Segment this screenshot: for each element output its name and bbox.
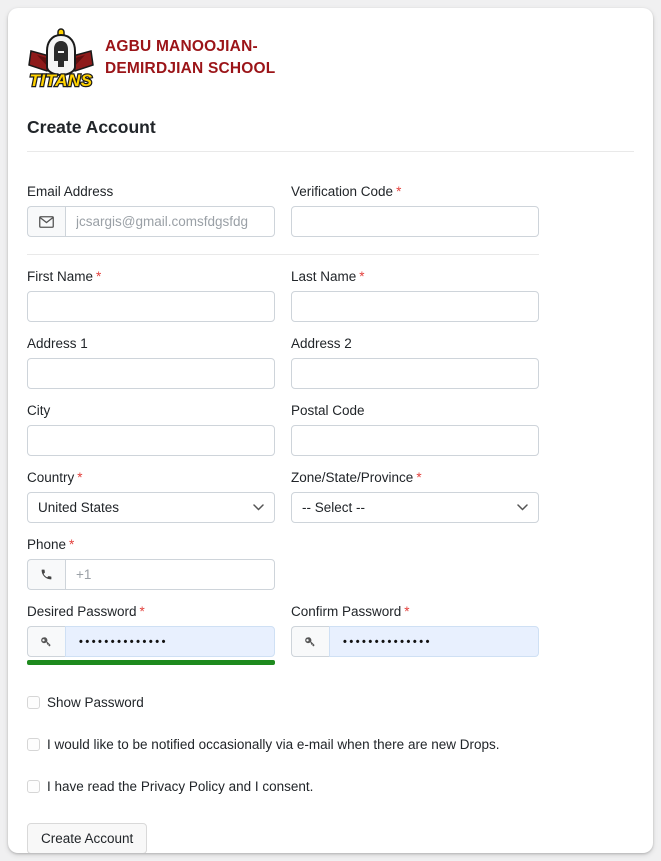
- first-name-input[interactable]: [27, 291, 275, 322]
- country-selected-value: United States: [38, 500, 119, 515]
- phone-input[interactable]: [65, 559, 275, 590]
- create-account-form: Email Address Verification Code*: [27, 170, 539, 665]
- last-name-label: Last Name*: [291, 269, 539, 284]
- privacy-row: I have read the Privacy Policy and I con…: [27, 779, 634, 794]
- section-divider: [27, 254, 539, 255]
- zone-label: Zone/State/Province*: [291, 470, 539, 485]
- first-name-label: First Name*: [27, 269, 275, 284]
- address1-input[interactable]: [27, 358, 275, 389]
- create-account-card: TITANS AGBU MANOOJIAN- DEMIRDJIAN SCHOOL…: [8, 8, 653, 853]
- page-title: Create Account: [27, 117, 634, 138]
- phone-icon: [27, 559, 65, 590]
- privacy-checkbox[interactable]: [27, 780, 40, 793]
- school-name: AGBU MANOOJIAN- DEMIRDJIAN SCHOOL: [105, 36, 275, 81]
- required-asterisk: *: [69, 537, 74, 552]
- required-asterisk: *: [359, 269, 364, 284]
- key-icon: [27, 626, 65, 657]
- postal-code-input[interactable]: [291, 425, 539, 456]
- required-asterisk: *: [96, 269, 101, 284]
- zone-select[interactable]: -- Select --: [291, 492, 539, 523]
- key-icon: [291, 626, 329, 657]
- show-password-checkbox[interactable]: [27, 696, 40, 709]
- country-select[interactable]: United States: [27, 492, 275, 523]
- logo-header: TITANS AGBU MANOOJIAN- DEMIRDJIAN SCHOOL: [27, 27, 634, 89]
- address1-label: Address 1: [27, 336, 275, 351]
- required-asterisk: *: [416, 470, 421, 485]
- heading-divider: [27, 151, 634, 152]
- zone-selected-value: -- Select --: [302, 500, 365, 515]
- verification-code-label: Verification Code*: [291, 184, 539, 199]
- country-label: Country*: [27, 470, 275, 485]
- email-label: Email Address: [27, 184, 275, 199]
- password-strength-bar: [27, 660, 275, 665]
- postal-code-label: Postal Code: [291, 403, 539, 418]
- svg-text:TITANS: TITANS: [29, 71, 92, 89]
- privacy-label: I have read the Privacy Policy and I con…: [47, 779, 313, 794]
- school-name-line2: DEMIRDJIAN SCHOOL: [105, 58, 275, 80]
- address2-input[interactable]: [291, 358, 539, 389]
- address2-label: Address 2: [291, 336, 539, 351]
- verification-code-input[interactable]: [291, 206, 539, 237]
- create-account-button[interactable]: Create Account: [27, 823, 147, 853]
- confirm-password-label: Confirm Password*: [291, 604, 539, 619]
- chevron-down-icon: [517, 504, 528, 511]
- desired-password-label: Desired Password*: [27, 604, 275, 619]
- notify-row: I would like to be notified occasionally…: [27, 737, 634, 752]
- required-asterisk: *: [77, 470, 82, 485]
- show-password-label: Show Password: [47, 695, 144, 710]
- confirm-password-input[interactable]: [329, 626, 539, 657]
- titans-logo: TITANS: [27, 27, 95, 89]
- required-asterisk: *: [404, 604, 409, 619]
- show-password-row: Show Password: [27, 695, 634, 710]
- envelope-icon: [27, 206, 65, 237]
- school-name-line1: AGBU MANOOJIAN-: [105, 36, 275, 58]
- required-asterisk: *: [140, 604, 145, 619]
- privacy-policy-link[interactable]: Privacy Policy: [141, 779, 225, 794]
- required-asterisk: *: [396, 184, 401, 199]
- last-name-input[interactable]: [291, 291, 539, 322]
- notify-label: I would like to be notified occasionally…: [47, 737, 499, 752]
- city-input[interactable]: [27, 425, 275, 456]
- chevron-down-icon: [253, 504, 264, 511]
- email-input[interactable]: [65, 206, 275, 237]
- notify-checkbox[interactable]: [27, 738, 40, 751]
- phone-label: Phone*: [27, 537, 275, 552]
- desired-password-input[interactable]: [65, 626, 275, 657]
- city-label: City: [27, 403, 275, 418]
